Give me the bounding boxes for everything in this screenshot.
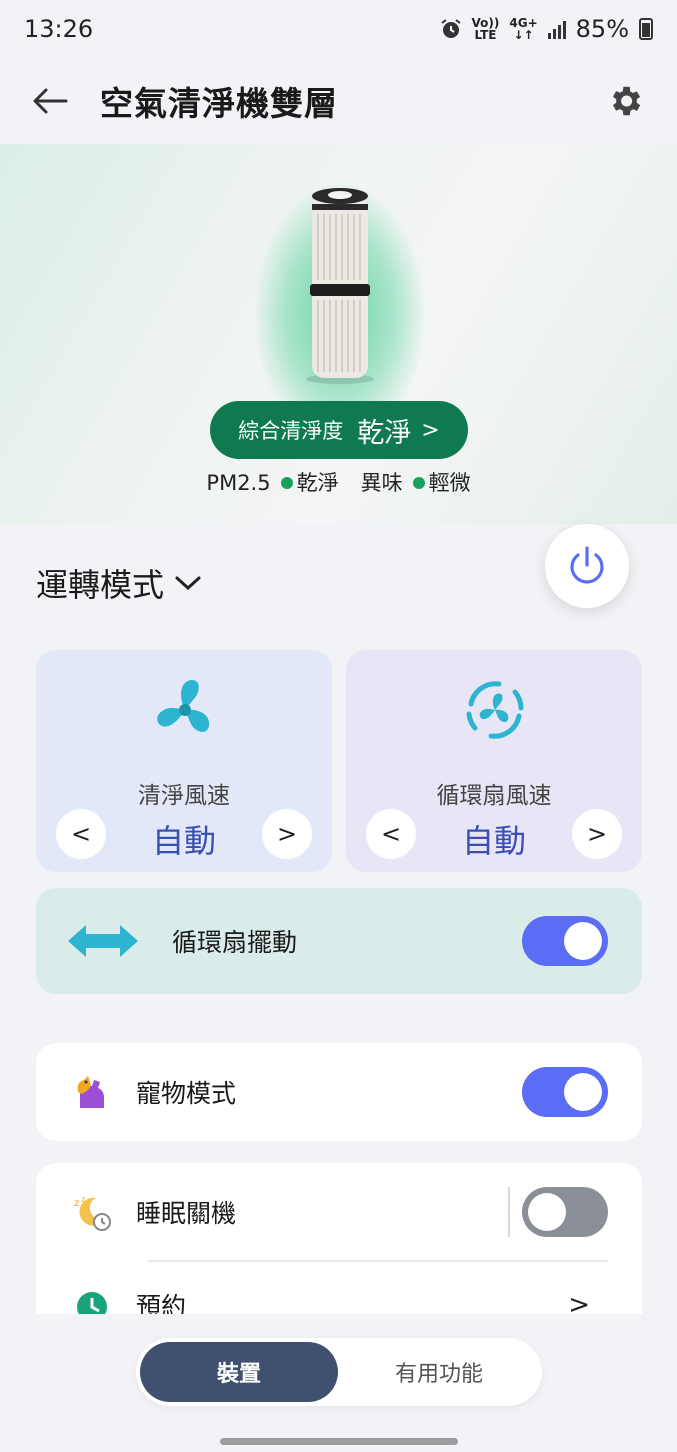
pm25-status-dot bbox=[280, 477, 293, 489]
odor-label: 異味 bbox=[360, 471, 403, 495]
status-icons: Vo)) LTE 4G+ ↓↑ 85% bbox=[440, 15, 653, 43]
operation-mode-dropdown[interactable]: 運轉模式 bbox=[36, 560, 202, 606]
pet-icon bbox=[77, 1076, 104, 1108]
data-indicator: 4G+ ↓↑ bbox=[509, 16, 538, 42]
page-title: 空氣清淨機雙層 bbox=[100, 84, 338, 123]
clean-speed-next-button[interactable]: > bbox=[262, 809, 312, 859]
device-hero: 綜合清淨度 乾淨 > PM2.5 乾淨 異味 輕微 bbox=[0, 144, 677, 524]
pet-mode-label: 寵物模式 bbox=[136, 1079, 237, 1108]
fan-swing-card: 循環扇擺動 bbox=[36, 888, 642, 994]
back-button[interactable] bbox=[28, 79, 72, 123]
divider bbox=[508, 1187, 510, 1237]
cleanliness-value: 乾淨 bbox=[357, 417, 412, 449]
odor-status-dot bbox=[412, 477, 425, 489]
fan-speed-next-button[interactable]: > bbox=[572, 809, 622, 859]
clean-speed-card: 清淨風速 自動 < > bbox=[36, 650, 332, 872]
overall-cleanliness-button[interactable]: 綜合清淨度 乾淨 > bbox=[210, 401, 468, 459]
battery-icon bbox=[639, 18, 653, 40]
gear-icon bbox=[612, 86, 641, 116]
circulation-fan-speed-card: 循環扇風速 自動 < > bbox=[346, 650, 642, 872]
svg-text:z: z bbox=[74, 1198, 79, 1209]
volte-indicator: Vo)) LTE bbox=[471, 16, 500, 42]
chevron-down-icon bbox=[175, 576, 201, 591]
signal-icon bbox=[547, 19, 566, 39]
sleep-timer-icon: z z bbox=[74, 1195, 111, 1231]
clean-speed-label: 清淨風速 bbox=[138, 783, 230, 809]
home-indicator[interactable] bbox=[220, 1438, 458, 1445]
clean-speed-prev-button[interactable]: < bbox=[56, 809, 106, 859]
chevron-right-icon: > bbox=[421, 417, 440, 443]
sleep-off-label: 睡眠關機 bbox=[136, 1199, 237, 1228]
alarm-icon bbox=[440, 19, 461, 38]
air-purifier-image bbox=[306, 188, 374, 384]
sleep-off-row: z z 睡眠關機 bbox=[36, 1163, 642, 1261]
pm25-label: PM2.5 bbox=[206, 471, 271, 495]
arrow-left-icon bbox=[33, 88, 68, 114]
bottom-navigation: 裝置 有用功能 bbox=[0, 1314, 677, 1452]
tab-device[interactable]: 裝置 bbox=[140, 1342, 338, 1402]
power-icon bbox=[570, 546, 604, 584]
app-bar: 空氣清淨機雙層 bbox=[0, 58, 677, 144]
divider bbox=[148, 1260, 608, 1262]
fan-swing-toggle[interactable] bbox=[522, 916, 608, 966]
odor-value: 輕微 bbox=[428, 471, 471, 495]
power-button[interactable] bbox=[545, 524, 629, 608]
pet-mode-toggle[interactable] bbox=[522, 1067, 608, 1117]
tab-bar: 裝置 有用功能 bbox=[136, 1338, 542, 1406]
air-quality-status: PM2.5 乾淨 異味 輕微 bbox=[0, 467, 677, 497]
fan-speed-prev-button[interactable]: < bbox=[366, 809, 416, 859]
svg-text:z: z bbox=[81, 1195, 85, 1204]
fan-swing-label: 循環扇擺動 bbox=[172, 928, 298, 957]
sleep-off-toggle[interactable] bbox=[522, 1187, 608, 1237]
settings-button[interactable] bbox=[601, 77, 649, 125]
tab-useful-features[interactable]: 有用功能 bbox=[340, 1342, 538, 1402]
pm25-value: 乾淨 bbox=[296, 471, 339, 495]
circulation-fan-speed-label: 循環扇風速 bbox=[436, 783, 552, 809]
circulation-fan-icon bbox=[466, 681, 524, 739]
pet-mode-card: 寵物模式 bbox=[36, 1043, 642, 1141]
fan-icon bbox=[157, 679, 210, 732]
status-bar: 13:26 Vo)) LTE 4G+ ↓↑ 85% bbox=[0, 0, 677, 58]
status-time: 13:26 bbox=[24, 15, 94, 43]
double-arrow-icon bbox=[68, 925, 138, 957]
operation-mode-label: 運轉模式 bbox=[36, 566, 165, 604]
battery-percent: 85% bbox=[575, 15, 629, 43]
cleanliness-label: 綜合清淨度 bbox=[238, 419, 344, 443]
